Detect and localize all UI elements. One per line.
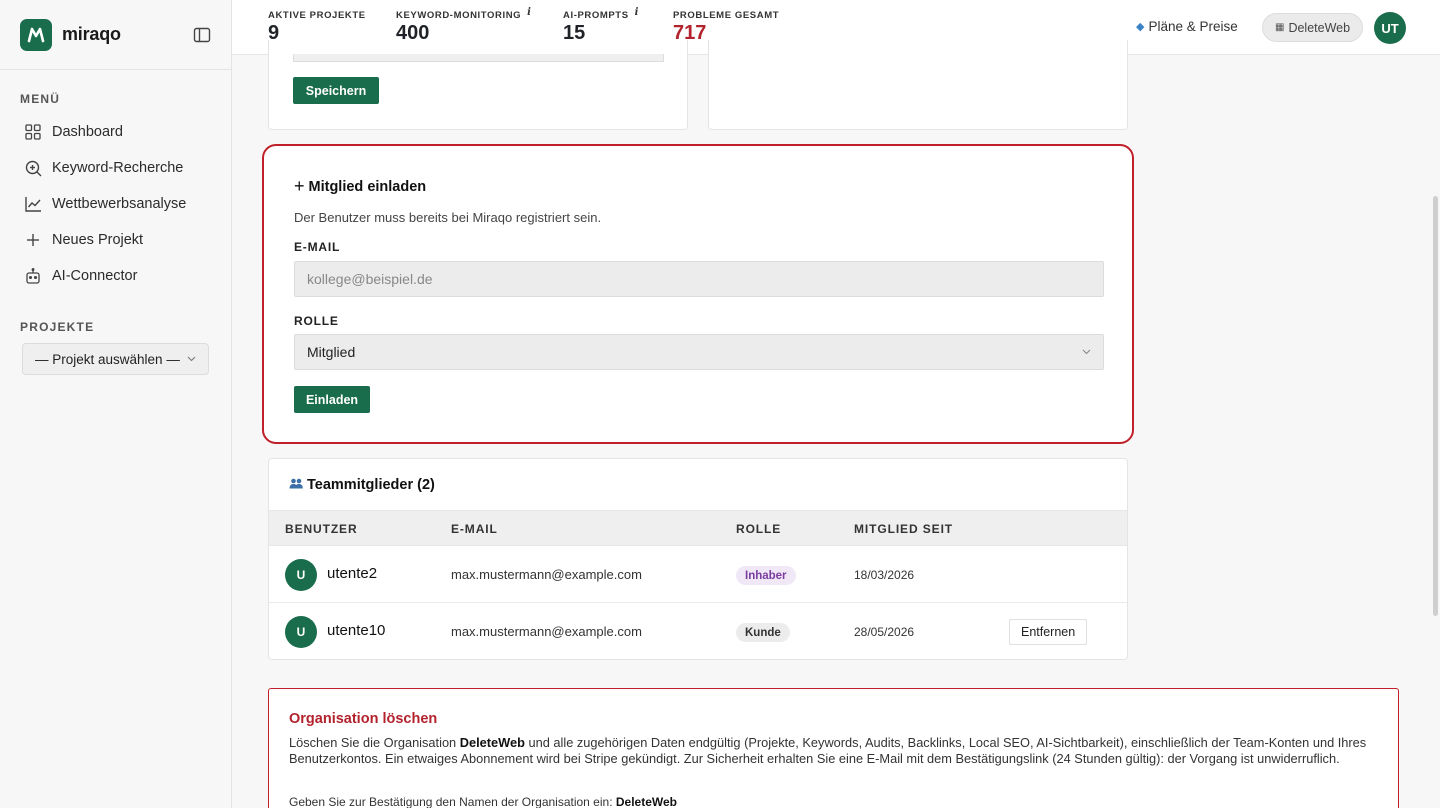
team-title: Teammitglieder (2) [289, 477, 435, 493]
stat-label: PROBLEME GESAMT [673, 10, 780, 21]
sidebar-item-dashboard[interactable]: Dashboard [0, 114, 231, 150]
email-input[interactable]: kollege@beispiel.de [294, 261, 1104, 297]
email-placeholder: kollege@beispiel.de [307, 271, 433, 287]
member-name: utente10 [327, 622, 386, 639]
org-name: DeleteWeb [1288, 20, 1351, 35]
chevron-down-icon [1082, 349, 1091, 355]
diamond-icon: ◆ [1136, 21, 1145, 33]
line-chart-icon [24, 195, 42, 213]
table-row: U utente2 max.mustermann@example.com Inh… [269, 546, 1127, 603]
member-since: 28/05/2026 [854, 625, 915, 639]
sidebar-item-wettbewerbsanalyse[interactable]: Wettbewerbsanalyse [0, 186, 231, 222]
user-avatar[interactable]: UT [1374, 12, 1406, 44]
team-members-card: Teammitglieder (2) BENUTZER E-MAIL ROLLE… [268, 458, 1128, 660]
grid-icon [24, 123, 42, 141]
role-badge: Kunde [736, 623, 790, 642]
member-avatar: U [285, 559, 317, 591]
logo[interactable] [20, 18, 52, 51]
plus-icon [24, 231, 42, 249]
member-email: max.mustermann@example.com [451, 567, 642, 582]
confirm-instruction: Geben Sie zur Bestätigung den Namen der … [289, 795, 678, 808]
plus-icon: + [294, 176, 305, 196]
robot-icon [24, 267, 42, 285]
brand: miraqo [0, 0, 231, 70]
column-header: MITGLIED SEIT [854, 522, 954, 536]
chevron-down-icon [187, 356, 196, 362]
role-select[interactable]: Mitglied [294, 334, 1104, 370]
save-button[interactable]: Speichern [293, 77, 379, 104]
table-row: U utente10 max.mustermann@example.com Ku… [269, 603, 1127, 660]
member-email: max.mustermann@example.com [451, 624, 642, 639]
danger-description: Löschen Sie die Organisation DeleteWeb u… [289, 735, 1367, 766]
org-switcher[interactable]: ▦ DeleteWeb [1262, 13, 1364, 42]
plans-link[interactable]: ◆ Pläne & Preise [1136, 19, 1238, 34]
sidebar-toggle-icon[interactable] [193, 26, 211, 44]
member-avatar: U [285, 616, 317, 648]
column-header: BENUTZER [285, 522, 358, 536]
settings-input[interactable] [293, 54, 664, 62]
sidebar-item-label: Neues Projekt [52, 232, 144, 248]
sidebar-item-neues-projekt[interactable]: Neues Projekt [0, 222, 231, 258]
sidebar: miraqo MENÜ Dashboard Keyword-Recherche … [0, 0, 232, 808]
invite-hint: Der Benutzer muss bereits bei Miraqo reg… [294, 210, 602, 225]
menu-label: MENÜ [20, 92, 61, 106]
role-select-value: Mitglied [307, 344, 356, 360]
building-icon: ▦ [1275, 22, 1285, 33]
sidebar-item-ai-connector[interactable]: AI-Connector [0, 258, 231, 294]
sidebar-item-label: Wettbewerbsanalyse [52, 196, 187, 212]
member-since: 18/03/2026 [854, 568, 915, 582]
project-select[interactable]: — Projekt auswählen — [22, 343, 209, 375]
sidebar-item-label: Dashboard [52, 124, 123, 140]
remove-member-button[interactable]: Entfernen [1009, 619, 1088, 645]
column-header: ROLLE [736, 522, 782, 536]
people-icon [289, 478, 303, 492]
invite-button[interactable]: Einladen [294, 386, 370, 413]
info-card [708, 40, 1128, 130]
email-label: E-MAIL [294, 240, 341, 254]
stat-label: AI-PROMPTS i [563, 7, 640, 21]
sidebar-item-keyword-recherche[interactable]: Keyword-Recherche [0, 150, 231, 186]
main-menu: Dashboard Keyword-Recherche Wettbewerbsa… [0, 114, 231, 294]
table-header: BENUTZER E-MAIL ROLLE MITGLIED SEIT [269, 510, 1127, 546]
search-plus-icon [24, 159, 42, 177]
invite-title: + Mitglied einladen [294, 176, 427, 196]
sidebar-item-label: AI-Connector [52, 268, 138, 284]
member-name: utente2 [327, 565, 378, 582]
projects-label: PROJEKTE [20, 320, 95, 334]
brand-name: miraqo [62, 24, 121, 44]
invite-member-card: + Mitglied einladen Der Benutzer muss be… [262, 144, 1134, 444]
sidebar-item-label: Keyword-Recherche [52, 160, 184, 176]
stat-label: AKTIVE PROJEKTE [268, 10, 366, 21]
logo-m-icon [27, 27, 45, 42]
info-icon[interactable]: i [527, 7, 531, 18]
settings-card: Speichern [268, 40, 688, 130]
info-icon[interactable]: i [635, 7, 639, 18]
project-select-value: — Projekt auswählen — [35, 351, 180, 367]
role-label: ROLLE [294, 314, 339, 328]
column-header: E-MAIL [451, 522, 498, 536]
danger-title: Organisation löschen [289, 711, 438, 727]
org-name-strong: DeleteWeb [459, 735, 525, 750]
plans-label: Pläne & Preise [1148, 19, 1238, 34]
stat-label: KEYWORD-MONITORING i [396, 7, 532, 21]
delete-organization-card: Organisation löschen Löschen Sie die Org… [268, 688, 1399, 808]
role-badge: Inhaber [736, 566, 796, 585]
page-scrollbar[interactable] [1433, 196, 1438, 616]
